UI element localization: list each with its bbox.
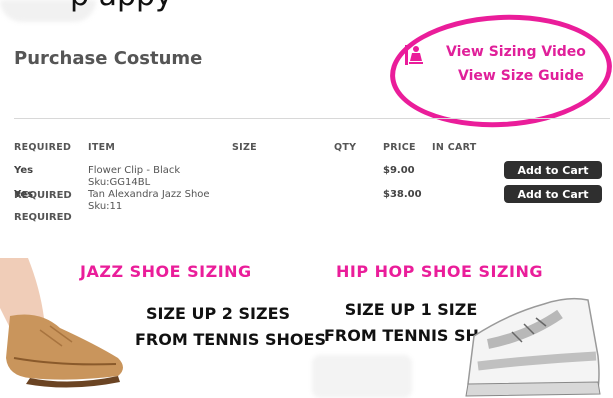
jazz-sizing-heading: JAZZ SHOE SIZING xyxy=(80,262,252,281)
row-item-name: Tan Alexandra Jazz Shoe xyxy=(88,189,210,200)
jazz-sizing-line2: FROM TENNIS SHOES xyxy=(135,330,326,349)
column-header-size: SIZE xyxy=(232,142,257,153)
column-header-price: PRICE xyxy=(383,142,416,153)
row-price: $9.00 xyxy=(383,165,415,176)
row-required-value: Yes xyxy=(14,189,34,200)
hiphop-sizing-heading: HIP HOP SHOE SIZING xyxy=(336,262,543,281)
column-header-item: ITEM xyxy=(88,142,116,153)
page-title: Purchase Costume xyxy=(14,48,203,69)
top-caption-fragment: p appy xyxy=(70,0,173,13)
add-to-cart-button[interactable]: Add to Cart xyxy=(504,185,602,203)
row-required-value: Yes xyxy=(14,165,34,176)
table-divider xyxy=(14,118,610,119)
column-header-in-cart: IN CART xyxy=(432,142,477,153)
column-header-qty: QTY xyxy=(334,142,357,153)
required-label: REQUIRED xyxy=(14,212,72,223)
highlight-circle xyxy=(387,9,613,133)
row-price: $38.00 xyxy=(383,189,422,200)
row-item-sku: Sku:GG14BL xyxy=(88,177,151,188)
column-header-required: REQUIRED xyxy=(14,142,72,153)
row-item-sku: Sku:11 xyxy=(88,201,123,212)
row-item-name: Flower Clip - Black xyxy=(88,165,181,176)
hiphop-sneaker-image xyxy=(465,297,601,397)
blurred-region xyxy=(312,355,412,398)
jazz-sizing-line1: SIZE UP 2 SIZES xyxy=(145,304,291,323)
add-to-cart-button[interactable]: Add to Cart xyxy=(504,161,602,179)
